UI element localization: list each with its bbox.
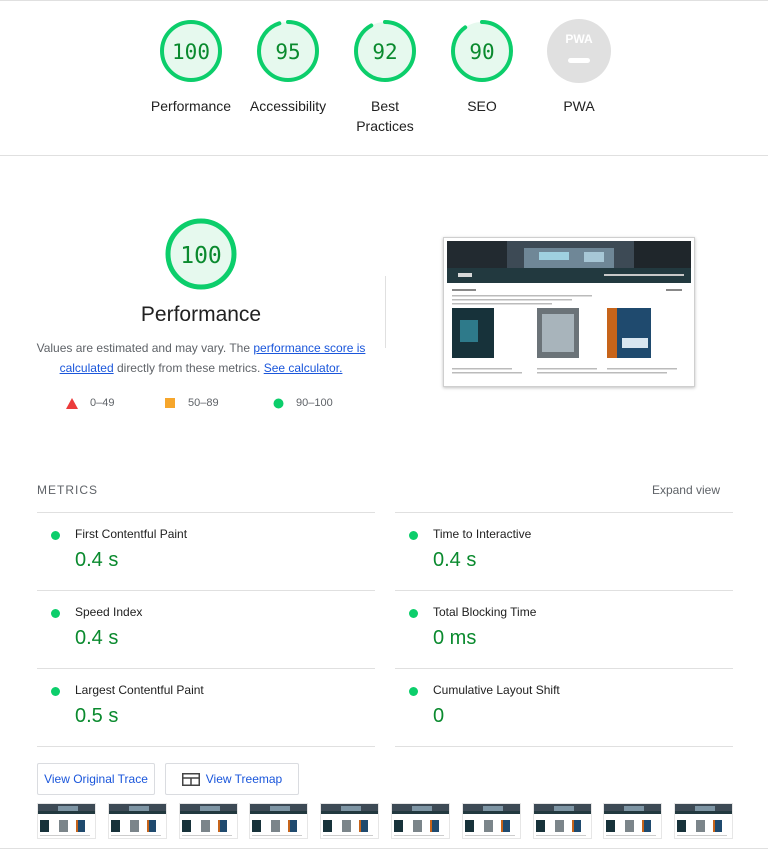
triangle-icon [66,397,78,409]
frame-thumbnail-image [392,804,449,838]
filmstrip [37,803,733,839]
gauge-label: Performance [150,98,232,114]
filmstrip-frame [179,803,238,839]
frame-thumbnail-image [463,804,520,838]
metric-cumulative-layout-shift: Cumulative Layout Shift 0 [395,668,733,747]
bottom-border [0,848,768,849]
score-ring-icon: 95 [257,20,319,82]
metric-time-to-interactive: Time to Interactive 0.4 s [395,512,733,590]
circle-icon [273,398,284,408]
metric-value: 0 [433,705,445,727]
frame-thumbnail-image [109,804,166,838]
gauge-label: SEO [467,98,497,114]
treemap-icon [181,772,200,786]
frame-thumbnail-image [534,804,591,838]
pwa-logo-text: PWA [565,32,593,46]
metric-value: 0.4 s [433,549,477,571]
pass-circle-icon [409,687,418,696]
gauge-score: 90 [469,40,494,64]
metric-speed-index: Speed Index 0.4 s [37,590,375,668]
metric-value: 0 ms [433,627,477,649]
metric-first-contentful-paint: First Contentful Paint 0.4 s [37,512,375,590]
website-preview-image [444,238,694,386]
filmstrip-frame [462,803,521,839]
gauge-label: Accessibility [249,98,327,114]
filmstrip-frame [674,803,733,839]
pass-circle-icon [409,609,418,618]
metric-name: Speed Index [75,605,143,619]
frame-thumbnail-image [321,804,378,838]
metric-name: Time to Interactive [433,527,532,541]
gauge-seo[interactable]: 90 SEO [432,18,532,116]
score-ring-icon: 100 [160,20,222,82]
frame-thumbnail-image [180,804,237,838]
square-icon [165,397,175,408]
filmstrip-frame [533,803,592,839]
metrics-heading: METRICS [37,483,98,497]
metric-value: 0.4 s [75,549,119,571]
expand-view-toggle[interactable]: Expand view [652,483,720,497]
filmstrip-frame [603,803,662,839]
frame-thumbnail-image [675,804,732,838]
gauge-label: Best Practices [356,98,414,134]
score-ring-icon: 92 [354,20,416,82]
gauge-performance[interactable]: 100 Performance [141,18,241,116]
view-treemap-button[interactable]: View Treemap [165,763,299,795]
divider [385,276,386,348]
performance-description: Values are estimated and may vary. The p… [36,341,366,375]
filmstrip-frame [320,803,379,839]
score-ring-icon: 90 [451,20,513,82]
button-label: View Treemap [205,772,283,786]
filmstrip-frame [249,803,308,839]
gauge-pwa[interactable]: PWA PWA [529,18,629,116]
gauge-score: 100 [172,40,210,64]
metric-value: 0.4 s [75,627,119,649]
filmstrip-frame [108,803,167,839]
legend-pass: 90–100 [273,397,333,409]
gauge-label: PWA [563,98,595,114]
pass-circle-icon [51,609,60,618]
gauge-best-practices[interactable]: 92 Best Practices [335,18,435,136]
performance-score: 100 [180,243,222,269]
gauge-accessibility[interactable]: 95 Accessibility [238,18,338,116]
pass-circle-icon [51,531,60,540]
metric-name: Largest Contentful Paint [75,683,204,697]
frame-thumbnail-image [604,804,661,838]
pass-circle-icon [51,687,60,696]
pass-circle-icon [409,531,418,540]
metric-largest-contentful-paint: Largest Contentful Paint 0.5 s [37,668,375,747]
frame-thumbnail-image [38,804,95,838]
filmstrip-frame [391,803,450,839]
button-label: View Original Trace [44,772,148,786]
pwa-badge-icon: PWA [547,19,611,83]
metric-name: First Contentful Paint [75,527,188,541]
see-calculator-link[interactable]: See calculator. [264,361,343,375]
final-screenshot[interactable] [443,237,695,387]
view-original-trace-button[interactable]: View Original Trace [37,763,155,795]
metric-value: 0.5 s [75,705,119,727]
performance-title: Performance [140,303,262,326]
gauge-score: 95 [275,40,300,64]
metric-name: Total Blocking Time [433,605,537,619]
filmstrip-frame [37,803,96,839]
legend-average: 50–89 [165,397,219,409]
category-gauges: 100 Performance 95 Accessibility 92 Best… [0,0,768,156]
frame-thumbnail-image [250,804,307,838]
legend-fail: 0–49 [66,397,114,409]
metric-name: Cumulative Layout Shift [433,683,560,697]
metric-total-blocking-time: Total Blocking Time 0 ms [395,590,733,668]
gauge-score: 92 [372,40,397,64]
performance-score-gauge: 100 [165,218,237,290]
